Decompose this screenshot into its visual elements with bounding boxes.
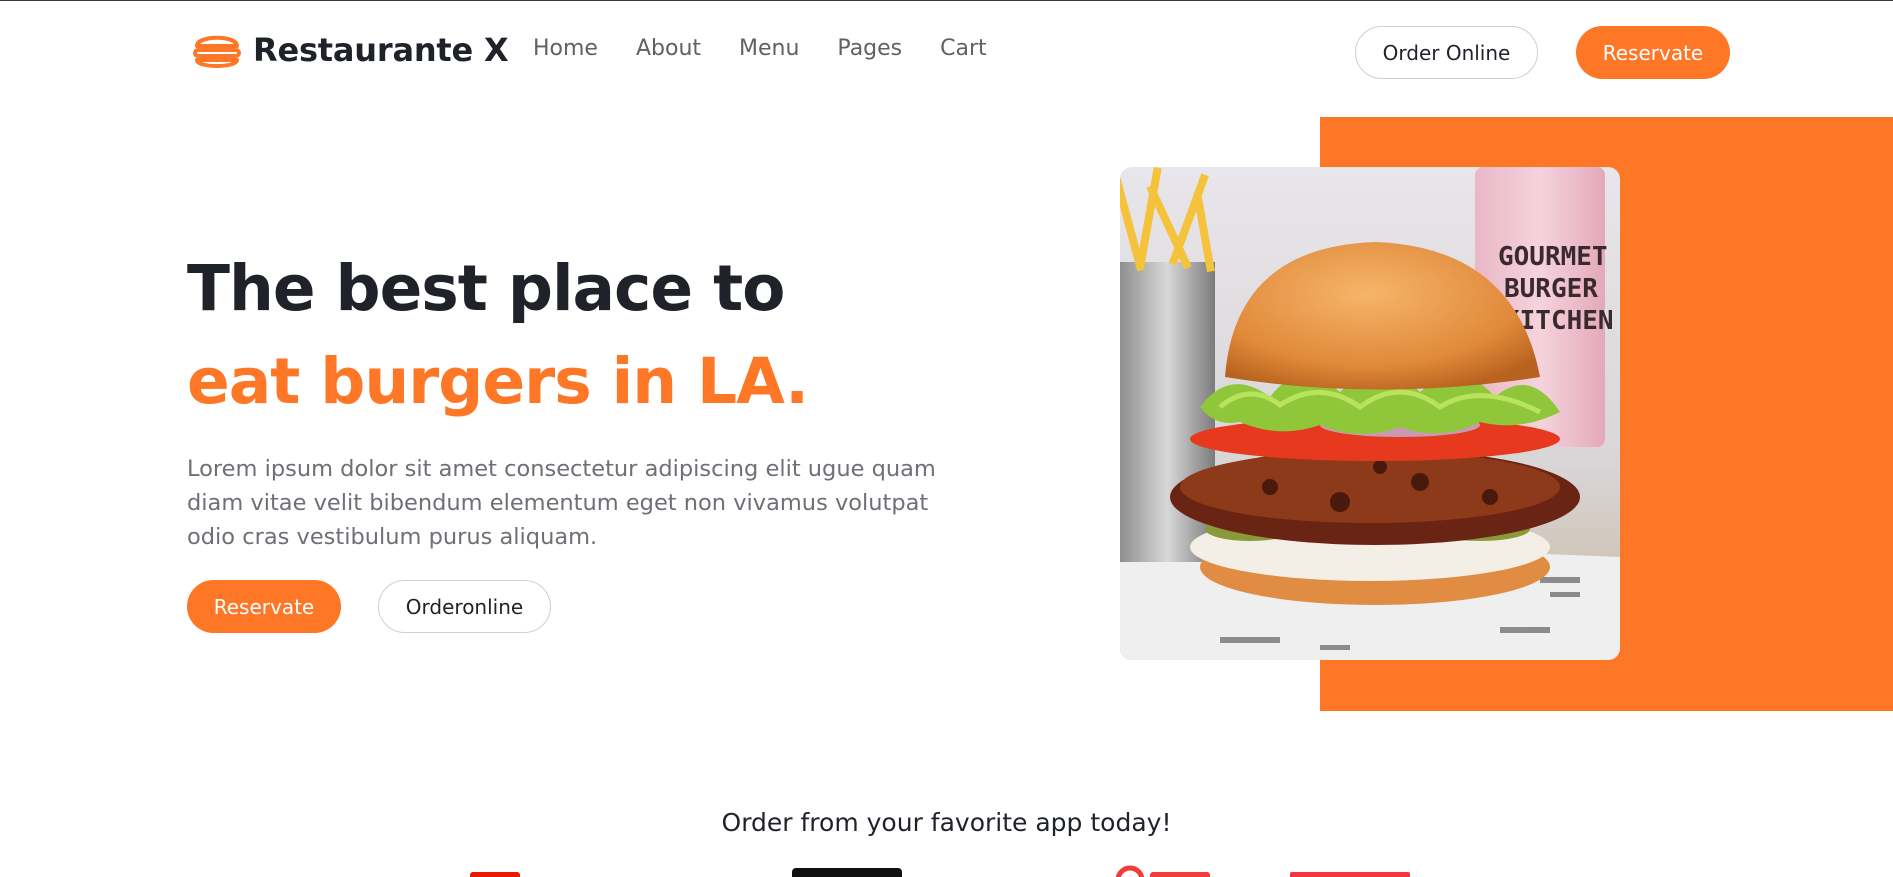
doordash-logo-icon [470, 872, 520, 877]
brand-name: Restaurante X [253, 31, 509, 69]
partner-logo-icon [1115, 865, 1145, 877]
nav-pages[interactable]: Pages [837, 36, 902, 61]
cup-text-1: GOURMET [1498, 242, 1608, 272]
nav-home[interactable]: Home [533, 36, 598, 61]
main-nav: Home About Menu Pages Cart [533, 36, 1025, 61]
postmates-logo-icon [792, 868, 902, 877]
burger-icon [193, 35, 241, 68]
nav-about[interactable]: About [636, 36, 701, 61]
hero-reservate-button[interactable]: Reservate [187, 580, 341, 633]
top-border [0, 0, 1893, 1]
hero-burger-image: GOURMET BURGER KITCHEN [1120, 167, 1620, 660]
hero-description: Lorem ipsum dolor sit amet consectetur a… [187, 456, 936, 550]
hero-title-line-2: eat burgers in LA. [187, 345, 809, 418]
order-section-title: Order from your favorite app today! [721, 808, 1172, 837]
hero-order-online-button[interactable]: Orderonline [378, 580, 551, 633]
header-order-online-button[interactable]: Order Online [1355, 26, 1538, 79]
cup-text-2: BURGER [1504, 274, 1598, 304]
nav-menu[interactable]: Menu [739, 36, 799, 61]
delivery-partner-logos [460, 856, 1460, 877]
grubhub-logo-icon [1290, 872, 1410, 877]
nav-cart[interactable]: Cart [940, 36, 987, 61]
hero-title-line-1: The best place to [187, 252, 785, 325]
brand-logo[interactable]: Restaurante X [191, 28, 509, 72]
header-reservate-button[interactable]: Reservate [1576, 26, 1730, 79]
